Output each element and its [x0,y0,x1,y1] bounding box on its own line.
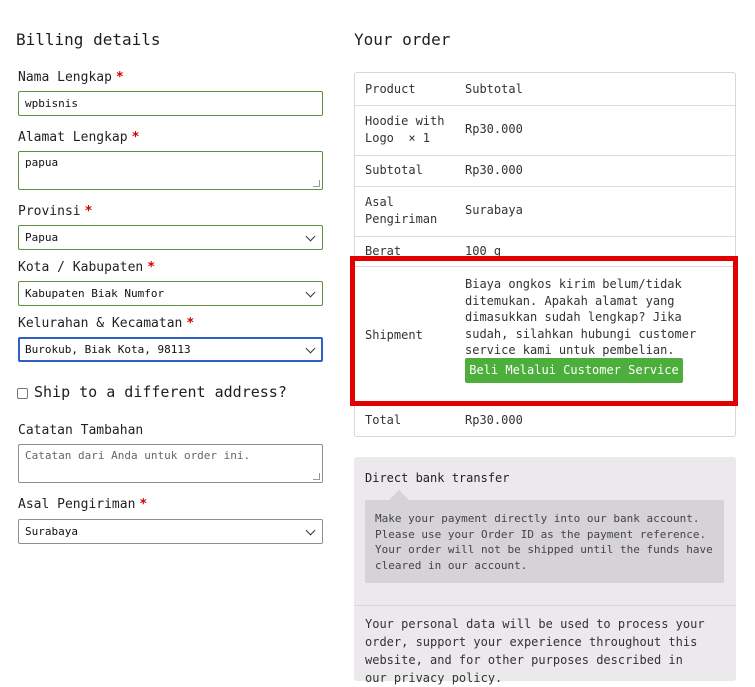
item-price: Rp30.000 [465,122,523,136]
city-select[interactable]: Kabupaten Biak Numfor [18,281,323,306]
chevron-down-icon [305,287,316,298]
billing-title: Billing details [16,30,161,49]
resize-handle-icon[interactable] [313,473,320,480]
chevron-down-icon [305,343,316,354]
payment-method-label[interactable]: Direct bank transfer [365,471,510,485]
chevron-down-icon [305,525,316,536]
district-label: Kelurahan & Kecamatan * [18,316,195,331]
origin-select[interactable]: Surabaya [18,519,323,544]
notes-label: Catatan Tambahan [18,423,144,438]
shipment-highlight-box [350,256,738,406]
city-label: Kota / Kabupaten * [18,260,156,275]
chevron-down-icon [305,231,316,242]
order-title: Your order [354,30,451,49]
district-select[interactable]: Burokub, Biak Kota, 98113 [18,337,323,362]
province-select[interactable]: Papua [18,225,323,250]
full-name-label: Nama Lengkap * [18,70,124,85]
ship-different-checkbox[interactable] [17,388,28,399]
header-product: Product [365,82,416,96]
origin-label: Asal Pengiriman * [18,497,148,512]
item-name: Hoodie with Logo × 1 [365,114,445,145]
resize-handle-icon[interactable] [313,180,320,187]
address-label: Alamat Lengkap * [18,130,140,145]
privacy-text: Your personal data will be used to proce… [365,617,705,685]
ship-different-label[interactable]: Ship to a different address? [34,383,287,401]
origin-row-value: Surabaya [465,203,523,217]
full-name-input[interactable]: wpbisnis [18,91,323,116]
subtotal-label: Subtotal [365,163,423,177]
header-subtotal: Subtotal [465,82,523,96]
total-value: Rp30.000 [465,413,523,427]
subtotal-value: Rp30.000 [465,163,523,177]
address-textarea[interactable]: papua [18,151,323,190]
notes-textarea[interactable]: Catatan dari Anda untuk order ini. [18,444,323,483]
origin-row-label: Asal Pengiriman [365,195,438,226]
payment-box-notch [389,490,409,500]
payment-section: Direct bank transfer Make your payment d… [354,457,736,685]
payment-description: Make your payment directly into our bank… [365,500,724,583]
total-label: Total [365,413,402,427]
province-label: Provinsi * [18,204,93,219]
